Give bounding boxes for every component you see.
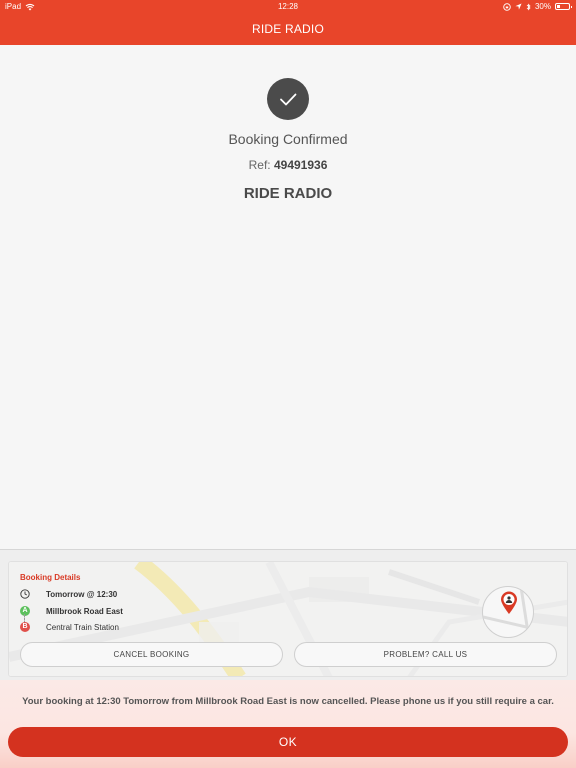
dropoff-address: Central Train Station xyxy=(46,622,119,632)
bluetooth-icon xyxy=(526,3,531,10)
battery-fill xyxy=(557,5,561,8)
clock-icon xyxy=(20,589,30,599)
confirmation-badge xyxy=(267,78,309,120)
cancel-booking-button[interactable]: CANCEL BOOKING xyxy=(20,642,283,667)
driver-mini-map[interactable] xyxy=(482,586,534,638)
location-icon xyxy=(515,3,522,10)
map-pin-icon xyxy=(501,591,517,614)
alert-message: Your booking at 12:30 Tomorrow from Mill… xyxy=(22,696,554,707)
company-name: RIDE RADIO xyxy=(243,185,333,202)
checkmark-icon xyxy=(280,93,297,106)
dropoff-row: B Central Train Station xyxy=(20,622,119,632)
booking-details-heading: Booking Details xyxy=(20,573,81,582)
status-time: 12:28 xyxy=(277,2,299,11)
battery-icon xyxy=(555,3,572,10)
status-bar: iPad 12:28 30% xyxy=(0,0,576,14)
ok-button[interactable]: OK xyxy=(8,727,568,757)
orientation-lock-icon xyxy=(503,2,511,11)
pickup-address: Millbrook Road East xyxy=(46,606,123,616)
nav-bar: RIDE RADIO xyxy=(0,14,576,45)
booking-time: Tomorrow @ 12:30 xyxy=(46,589,118,599)
nav-title: RIDE RADIO xyxy=(251,22,324,36)
dropoff-marker-icon: B xyxy=(20,622,30,632)
booking-reference: Ref: 49491936 xyxy=(0,158,576,172)
pickup-row: A Millbrook Road East xyxy=(20,606,123,616)
cancellation-alert: Your booking at 12:30 Tomorrow from Mill… xyxy=(0,680,576,768)
confirmation-area: Booking Confirmed Ref: 49491936 RIDE RAD… xyxy=(0,45,576,549)
call-us-button[interactable]: PROBLEM? CALL US xyxy=(294,642,557,667)
pickup-marker-icon: A xyxy=(20,606,30,616)
booking-time-row: Tomorrow @ 12:30 xyxy=(20,589,117,599)
ref-label: Ref: xyxy=(248,158,271,172)
battery-percent: 30% xyxy=(534,2,551,11)
booking-panel: Booking Details Tomorrow @ 12:30 A Millb… xyxy=(0,549,576,680)
ref-number: 49491936 xyxy=(273,158,328,172)
booking-confirmed-title: Booking Confirmed xyxy=(228,131,348,147)
booking-details-card: Booking Details Tomorrow @ 12:30 A Millb… xyxy=(8,561,568,677)
